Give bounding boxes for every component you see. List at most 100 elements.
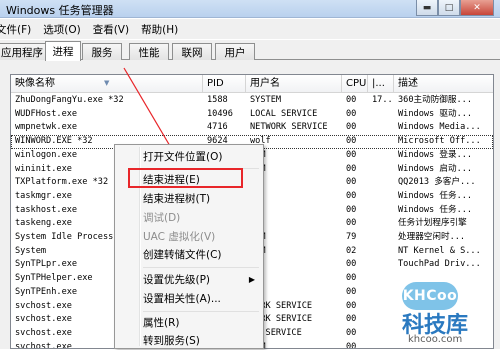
cell-desc: Windows 启动...	[398, 163, 473, 174]
cell-cpu: 00	[346, 177, 357, 188]
column-header-label: 映像名称	[15, 78, 55, 89]
menu-uac-virtualization: UAC 虚拟化(V)	[143, 231, 216, 243]
cell-cpu: 00	[346, 163, 357, 174]
cell-pid: 4716	[207, 122, 228, 133]
menu-options[interactable]: 选项(O)	[37, 22, 86, 37]
tab-users[interactable]: 用户	[215, 43, 255, 60]
cell-cpu: 00	[346, 218, 357, 229]
cell-desc: 任务计划程序引擎	[398, 218, 467, 229]
cell-mem	[372, 327, 392, 341]
cell-mem	[372, 121, 392, 135]
cell-mem	[372, 163, 392, 177]
menu-view[interactable]: 查看(V)	[87, 22, 135, 37]
cell-desc: TouchPad Driv...	[398, 259, 481, 270]
cell-cpu: 00	[346, 259, 357, 270]
cell-mem	[372, 313, 392, 327]
cell-mem	[372, 149, 392, 163]
column-header-pid[interactable]: PID	[203, 75, 246, 93]
title-bar: Windows 任务管理器 ▬ □ ✕	[0, 0, 500, 18]
window-title: Windows 任务管理器	[6, 4, 114, 17]
tab-services[interactable]: 服务	[82, 43, 122, 60]
cell-cpu: 00	[346, 314, 357, 325]
cell-name: WUDFHost.exe	[15, 108, 78, 119]
close-button[interactable]: ✕	[460, 0, 494, 16]
menu-end-process-tree[interactable]: 结束进程树(T)	[117, 190, 261, 208]
cell-mem	[372, 108, 392, 122]
minimize-button[interactable]: ▬	[416, 0, 438, 16]
menu-item-label: 设置优先级(P)	[143, 274, 211, 286]
cell-mem	[372, 135, 392, 149]
column-header-description[interactable]: 描述	[394, 75, 493, 93]
menu-go-to-services[interactable]: 转到服务(S)	[117, 332, 261, 350]
cell-desc: Windows 任务...	[398, 190, 473, 201]
sort-arrow-icon: ▼	[104, 79, 110, 87]
tab-networking[interactable]: 联网	[172, 43, 212, 60]
menu-properties[interactable]: 属性(R)	[117, 314, 261, 332]
menu-separator	[143, 311, 259, 312]
menu-set-priority[interactable]: 设置优先级(P) ▶	[117, 271, 261, 289]
cell-mem	[372, 217, 392, 231]
cell-desc: Microsoft Off...	[398, 136, 481, 147]
cell-pid: 10496	[207, 108, 233, 119]
cell-cpu: 00	[346, 300, 357, 311]
column-header-cpu[interactable]: CPU	[342, 75, 368, 93]
cell-cpu: 00	[346, 149, 357, 160]
table-row[interactable]: ZhuDongFangYu.exe *32 1588 SYSTEM 00 17... 36…	[11, 94, 493, 108]
cell-mem	[372, 245, 392, 259]
tab-strip: 应用程序 进程 服务 性能 联网 用户	[0, 40, 500, 61]
cell-cpu: 00	[346, 273, 357, 284]
maximize-button[interactable]: □	[438, 0, 460, 16]
cell-desc: 处理器空闲时...	[398, 232, 466, 242]
menu-bar: 文件(F) 选项(O) 查看(V) 帮助(H)	[0, 19, 500, 39]
column-header-image-name[interactable]: 映像名称 ▼	[11, 75, 203, 93]
menu-open-file-location[interactable]: 打开文件位置(O)	[117, 148, 261, 166]
menu-help[interactable]: 帮助(H)	[135, 22, 184, 37]
cell-name: wmpnetwk.exe	[15, 122, 78, 133]
cell-cpu: 00	[346, 204, 357, 215]
cell-cpu: 00	[346, 108, 357, 119]
highlight-end-process	[128, 168, 243, 188]
cell-mem	[372, 231, 392, 245]
cell-mem	[372, 258, 392, 272]
cell-mem: 17...	[372, 95, 392, 105]
cell-desc: Windows 任务...	[398, 204, 473, 215]
cell-mem	[372, 204, 392, 218]
cell-pid: 1588	[207, 95, 228, 105]
watermark-url: khcoo.com	[408, 334, 463, 345]
cell-cpu: 79	[346, 232, 357, 242]
tab-performance[interactable]: 性能	[129, 43, 169, 60]
tab-processes[interactable]: 进程	[45, 41, 81, 61]
cell-cpu: 00	[346, 95, 357, 105]
cell-user: SYSTEM	[250, 95, 282, 105]
submenu-arrow-icon: ▶	[248, 275, 255, 284]
window-controls: ▬ □ ✕	[416, 0, 494, 17]
table-row[interactable]: wmpnetwk.exe 4716 NETWORK SERVICE 00 Windows…	[11, 121, 493, 135]
column-header-user[interactable]: 用户名	[246, 75, 342, 93]
cell-mem	[372, 272, 392, 286]
cell-cpu: 00	[346, 341, 357, 349]
menu-set-affinity[interactable]: 设置相关性(A)...	[117, 290, 261, 308]
cell-cpu: 00	[346, 190, 357, 201]
cell-desc: 360主动防御服...	[398, 95, 473, 105]
cell-cpu: 00	[346, 286, 357, 297]
cell-cpu: 00	[346, 136, 357, 147]
column-header-memory[interactable]: |...	[368, 75, 394, 93]
cell-cpu: 02	[346, 245, 357, 256]
cell-desc: Windows Media...	[398, 122, 481, 133]
tab-applications[interactable]: 应用程序	[0, 43, 46, 60]
table-row[interactable]: WUDFHost.exe 10496 LOCAL SERVICE 00 Windows …	[11, 108, 493, 122]
cell-desc: QQ2013 多客户...	[398, 177, 476, 188]
menu-debug: 调试(D)	[143, 212, 181, 224]
cell-cpu: 00	[346, 122, 357, 133]
cell-mem	[372, 190, 392, 204]
list-header: 映像名称 ▼ PID 用户名 CPU |... 描述	[11, 75, 493, 93]
cell-mem	[372, 286, 392, 300]
cell-desc: Windows 登录...	[398, 149, 473, 160]
cell-desc: Windows 驱动...	[398, 108, 473, 119]
watermark-logo: KHCoo	[402, 282, 458, 310]
cell-user: LOCAL SERVICE	[250, 108, 318, 119]
cell-mem	[372, 341, 392, 348]
menu-file[interactable]: 文件(F)	[0, 22, 37, 37]
menu-create-dump-file[interactable]: 创建转储文件(C)	[117, 246, 261, 264]
cell-mem	[372, 300, 392, 314]
